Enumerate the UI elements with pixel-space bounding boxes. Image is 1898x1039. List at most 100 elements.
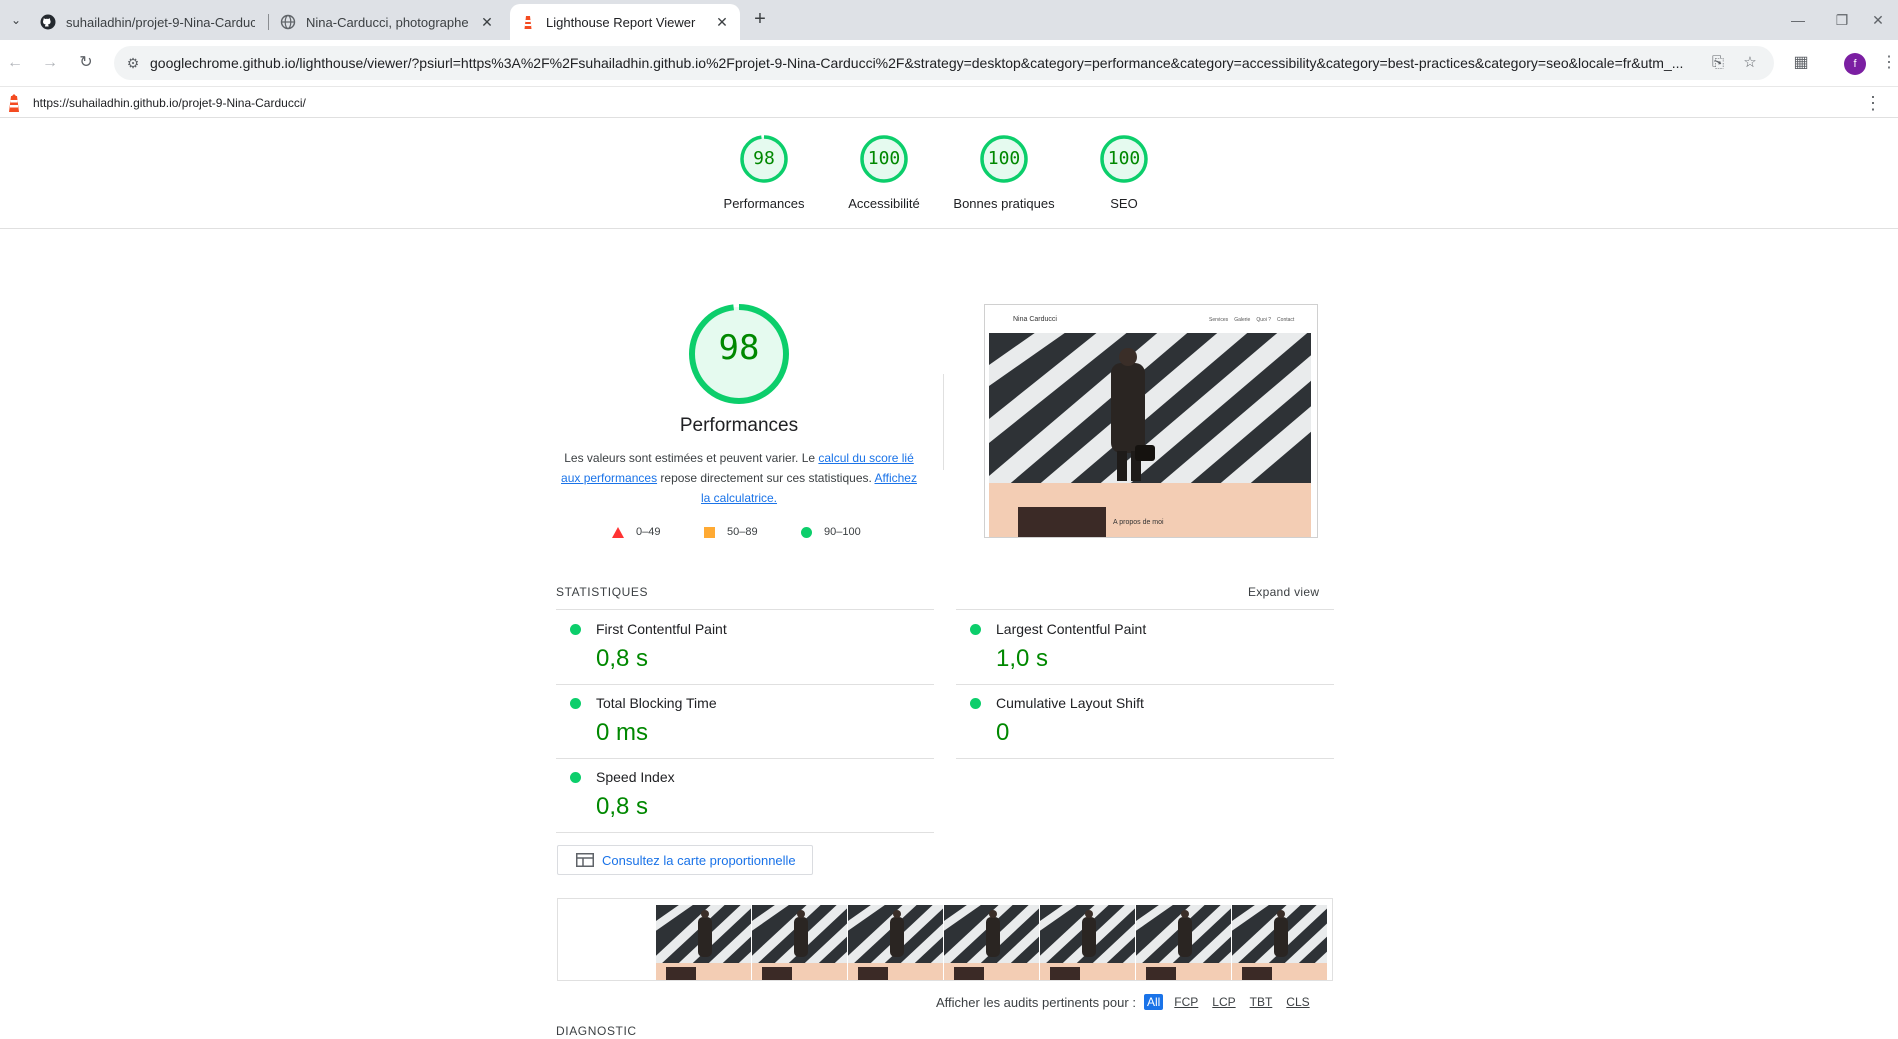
forward-arrow-icon[interactable]: → bbox=[37, 50, 63, 76]
gauge-score: 98 bbox=[753, 148, 775, 169]
divider bbox=[556, 758, 934, 759]
tab-title: Lighthouse Report Viewer bbox=[546, 14, 696, 30]
close-window-icon[interactable]: ✕ bbox=[1858, 6, 1898, 34]
filmstrip-frame bbox=[1232, 899, 1328, 980]
gauge-score: 100 bbox=[987, 148, 1021, 169]
tab-portfolio-site[interactable]: Nina-Carducci, photographe ✕ bbox=[270, 4, 505, 40]
legend-fail: 0–49 bbox=[612, 526, 660, 538]
gauge-label: Performances bbox=[723, 196, 805, 211]
treemap-label: Consultez la carte proportionnelle bbox=[602, 853, 796, 868]
view-treemap-button[interactable]: Consultez la carte proportionnelle bbox=[557, 845, 813, 875]
metric-name: Cumulative Layout Shift bbox=[996, 695, 1144, 711]
filter-chip-lcp[interactable]: LCP bbox=[1209, 994, 1238, 1010]
divider bbox=[956, 758, 1334, 759]
extensions-puzzle-icon[interactable]: ▦ bbox=[1788, 50, 1814, 76]
chrome-menu-icon[interactable]: ⋮ bbox=[1876, 50, 1898, 76]
screenshot-nav-item: Services bbox=[1209, 317, 1229, 323]
minimize-icon[interactable]: — bbox=[1778, 6, 1818, 34]
metric-fcp: First Contentful Paint 0,8 s bbox=[556, 614, 932, 688]
circle-icon bbox=[801, 526, 812, 538]
tab-title: Nina-Carducci, photographe bbox=[306, 14, 469, 30]
divider bbox=[943, 374, 944, 470]
filmstrip-frame bbox=[656, 899, 752, 980]
triangle-icon bbox=[612, 526, 624, 538]
tab-github-repo[interactable]: suhailadhin/projet-9-Nina-Carducci bbox=[30, 4, 265, 40]
metric-name: Speed Index bbox=[596, 769, 675, 785]
metric-value: 0,8 s bbox=[596, 645, 649, 672]
pass-dot-icon bbox=[570, 698, 581, 709]
square-icon bbox=[704, 526, 715, 538]
install-app-icon[interactable]: ⎘ bbox=[1708, 53, 1728, 73]
audit-filter: Afficher les audits pertinents pour : Al… bbox=[936, 992, 1313, 1012]
expand-view-toggle[interactable]: Expand view bbox=[1248, 585, 1319, 599]
filmstrip-frame bbox=[1040, 899, 1136, 980]
github-icon bbox=[40, 14, 56, 30]
final-screenshot[interactable]: Nina Carducci Services Galerie Quoi ? Conta… bbox=[984, 304, 1318, 538]
metric-tbt: Total Blocking Time 0 ms bbox=[556, 688, 932, 762]
restore-icon[interactable]: ❐ bbox=[1822, 6, 1862, 34]
about-section: A propos de moi bbox=[989, 483, 1311, 537]
divider bbox=[556, 684, 934, 685]
screenshot-nav-item: Contact bbox=[1277, 317, 1295, 323]
legend-label: 0–49 bbox=[636, 526, 661, 538]
new-tab-plus-icon[interactable]: + bbox=[748, 8, 772, 32]
globe-icon bbox=[280, 14, 296, 30]
metric-value: 1,0 s bbox=[996, 645, 1049, 672]
lighthouse-topbar: https://suhailadhin.github.io/projet-9-N… bbox=[0, 86, 1898, 118]
filmstrip bbox=[557, 898, 1333, 981]
about-title: A propos de moi bbox=[1113, 519, 1164, 526]
metric-name: First Contentful Paint bbox=[596, 621, 727, 637]
gauge-seo[interactable]: 100 SEO bbox=[1064, 134, 1184, 211]
metric-value: 0,8 s bbox=[596, 793, 649, 820]
desc-text: repose directement sur ces statistiques. bbox=[657, 471, 875, 485]
close-tab-icon[interactable]: ✕ bbox=[479, 14, 495, 30]
screenshot-nav: Services Galerie Quoi ? Contact bbox=[1209, 317, 1300, 323]
tab-strip: ⌄ suhailadhin/projet-9-Nina-Carducci Nin… bbox=[0, 0, 1898, 40]
tools-menu-icon[interactable]: ⋮ bbox=[1864, 92, 1882, 114]
screenshot-nav-item: Quoi ? bbox=[1256, 317, 1272, 323]
gauge-label: Accessibilité bbox=[848, 196, 920, 211]
pass-dot-icon bbox=[570, 772, 581, 783]
metric-value: 0 bbox=[996, 719, 1010, 746]
address-bar[interactable]: ⚙ googlechrome.github.io/lighthouse/view… bbox=[114, 46, 1774, 80]
filter-chip-fcp[interactable]: FCP bbox=[1171, 994, 1201, 1010]
browser-toolbar: ← → ↻ ⚙ googlechrome.github.io/lighthous… bbox=[0, 40, 1898, 86]
gauge-accessibility[interactable]: 100 Accessibilité bbox=[824, 134, 944, 211]
pass-dot-icon bbox=[970, 624, 981, 635]
metric-name: Largest Contentful Paint bbox=[996, 621, 1147, 637]
filmstrip-frame bbox=[848, 899, 944, 980]
gauge-score: 100 bbox=[1107, 148, 1141, 169]
metric-value: 0 ms bbox=[596, 719, 649, 746]
performance-score: 98 bbox=[718, 328, 760, 368]
stats-title: STATISTIQUES bbox=[556, 585, 649, 599]
performance-description: Les valeurs sont estimées et peuvent var… bbox=[556, 448, 922, 508]
tab-title: suhailadhin/projet-9-Nina-Carducci bbox=[66, 14, 255, 30]
filmstrip-frame bbox=[944, 899, 1040, 980]
reload-icon[interactable]: ↻ bbox=[73, 50, 99, 76]
tab-search-chevron-icon[interactable]: ⌄ bbox=[4, 8, 28, 32]
filter-chip-all[interactable]: All bbox=[1143, 994, 1164, 1010]
treemap-icon bbox=[576, 853, 594, 867]
filter-chip-cls[interactable]: CLS bbox=[1283, 994, 1312, 1010]
site-settings-icon[interactable]: ⚙ bbox=[124, 54, 142, 72]
screenshot-header: Nina Carducci Services Galerie Quoi ? Conta… bbox=[985, 305, 1317, 331]
close-tab-icon[interactable]: ✕ bbox=[714, 14, 730, 30]
tab-lighthouse-viewer[interactable]: Lighthouse Report Viewer ✕ bbox=[510, 4, 740, 40]
hero-photo bbox=[989, 333, 1311, 483]
performance-title: Performances bbox=[679, 415, 799, 436]
gauge-performance[interactable]: 98 Performances bbox=[704, 134, 824, 211]
lighthouse-logo-icon bbox=[6, 93, 22, 113]
desc-text: Les valeurs sont estimées et peuvent var… bbox=[564, 451, 819, 465]
report-url[interactable]: https://suhailadhin.github.io/projet-9-N… bbox=[33, 96, 306, 110]
gauge-label: SEO bbox=[1110, 196, 1138, 211]
filmstrip-frame bbox=[752, 899, 848, 980]
back-arrow-icon[interactable]: ← bbox=[2, 50, 28, 76]
gauge-best-practices[interactable]: 100 Bonnes pratiques bbox=[944, 134, 1064, 211]
profile-avatar[interactable]: f bbox=[1844, 53, 1866, 75]
address-url[interactable]: googlechrome.github.io/lighthouse/viewer… bbox=[150, 54, 1710, 72]
metric-speed-index: Speed Index 0,8 s bbox=[556, 762, 932, 836]
pass-dot-icon bbox=[970, 698, 981, 709]
legend-pass: 90–100 bbox=[801, 526, 861, 538]
filter-chip-tbt[interactable]: TBT bbox=[1247, 994, 1276, 1010]
bookmark-star-icon[interactable]: ☆ bbox=[1740, 53, 1760, 73]
